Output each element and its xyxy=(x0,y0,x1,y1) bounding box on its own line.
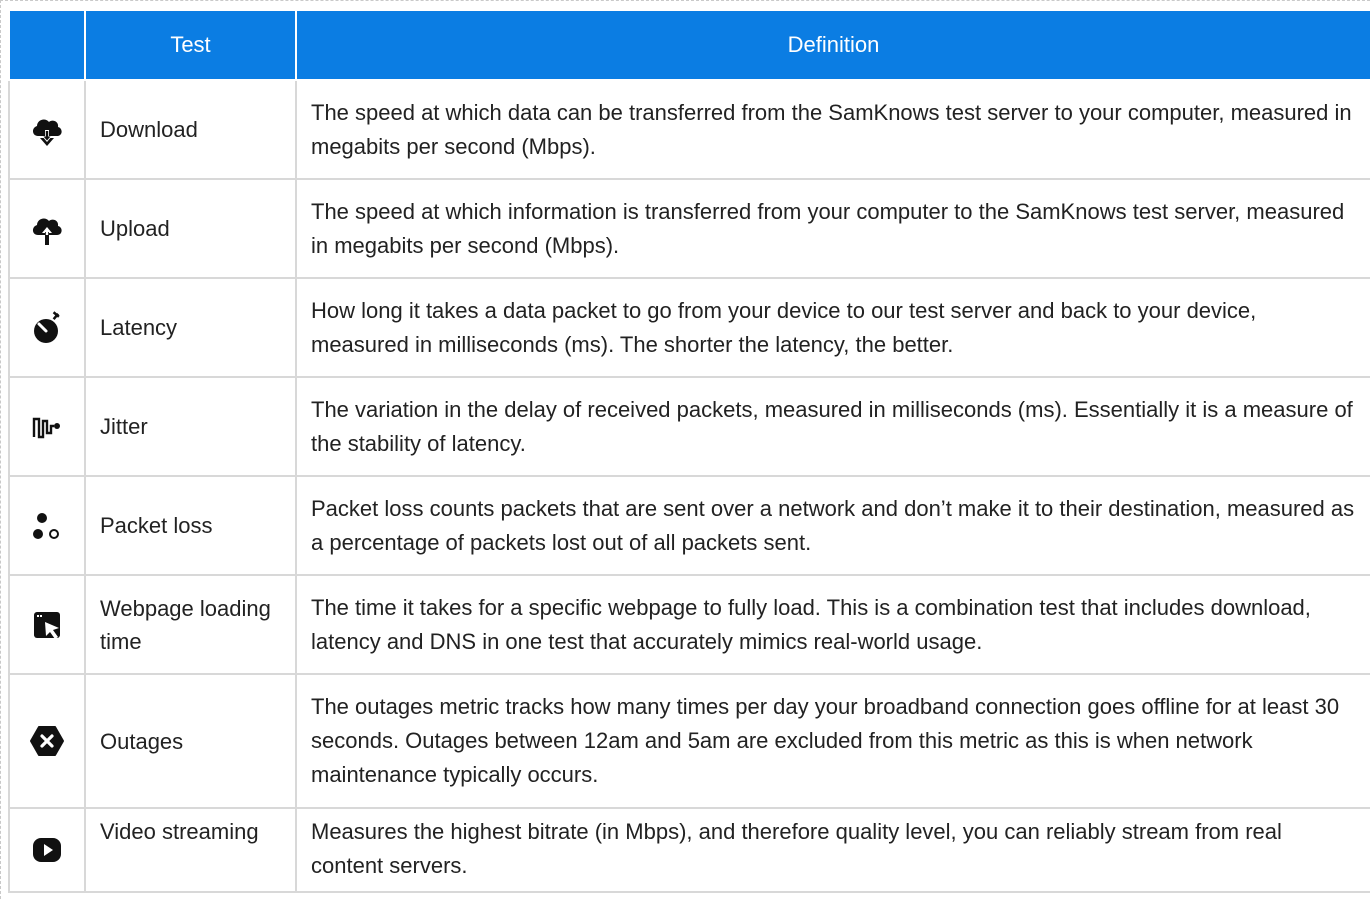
icon-cell xyxy=(8,807,86,893)
test-name: Download xyxy=(84,79,297,180)
test-definitions-table: Test Definition Download The speed at wh… xyxy=(8,9,1370,893)
test-definition: The time it takes for a specific webpage… xyxy=(295,574,1370,675)
icon-cell xyxy=(8,376,86,477)
test-definitions-table-wrapper: Test Definition Download The speed at wh… xyxy=(8,9,1370,893)
test-name: Jitter xyxy=(84,376,297,477)
cloud-upload-icon xyxy=(32,218,62,245)
table-row: Packet loss Packet loss counts packets t… xyxy=(8,475,1370,576)
icon-cell xyxy=(8,673,86,809)
test-definition: Packet loss counts packets that are sent… xyxy=(295,475,1370,576)
stopwatch-icon xyxy=(34,310,60,343)
icon-cell xyxy=(8,574,86,675)
icon-cell xyxy=(8,178,86,279)
table-row: Upload The speed at which information is… xyxy=(8,178,1370,279)
packet-loss-icon xyxy=(33,512,59,539)
header-row: Test Definition xyxy=(8,9,1370,81)
test-definition: How long it takes a data packet to go fr… xyxy=(295,277,1370,378)
header-test: Test xyxy=(84,9,297,81)
table-body: Download The speed at which data can be … xyxy=(8,79,1370,893)
header-definition: Definition xyxy=(295,9,1370,81)
test-definition: The speed at which information is transf… xyxy=(295,178,1370,279)
icon-cell xyxy=(8,79,86,180)
table-row: Jitter The variation in the delay of rec… xyxy=(8,376,1370,477)
icon-cell xyxy=(8,277,86,378)
table-row: Download The speed at which data can be … xyxy=(8,79,1370,180)
header-icon-column xyxy=(8,9,86,81)
test-name: Video streaming xyxy=(84,807,297,893)
test-definition: The outages metric tracks how many times… xyxy=(295,673,1370,809)
test-definition: Measures the highest bitrate (in Mbps), … xyxy=(295,807,1370,893)
test-name: Packet loss xyxy=(84,475,297,576)
page-guide-left xyxy=(0,0,1,899)
page-guide-top xyxy=(0,0,1370,1)
jitter-wave-icon xyxy=(32,417,60,438)
table-row: Video streaming Measures the highest bit… xyxy=(8,807,1370,893)
test-definition: The speed at which data can be transferr… xyxy=(295,79,1370,180)
video-play-icon xyxy=(33,838,61,863)
icon-cell xyxy=(8,475,86,576)
table-header: Test Definition xyxy=(8,9,1370,81)
test-name: Upload xyxy=(84,178,297,279)
test-definition: The variation in the delay of received p… xyxy=(295,376,1370,477)
table-row: Latency How long it takes a data packet … xyxy=(8,277,1370,378)
test-name: Latency xyxy=(84,277,297,378)
test-name: Outages xyxy=(84,673,297,809)
table-row: Outages The outages metric tracks how ma… xyxy=(8,673,1370,809)
test-name: Webpage loading time xyxy=(84,574,297,675)
table-row: Webpage loading time The time it takes f… xyxy=(8,574,1370,675)
hexagon-x-icon xyxy=(30,726,64,757)
browser-cursor-icon xyxy=(34,611,60,639)
cloud-download-icon xyxy=(32,119,62,146)
